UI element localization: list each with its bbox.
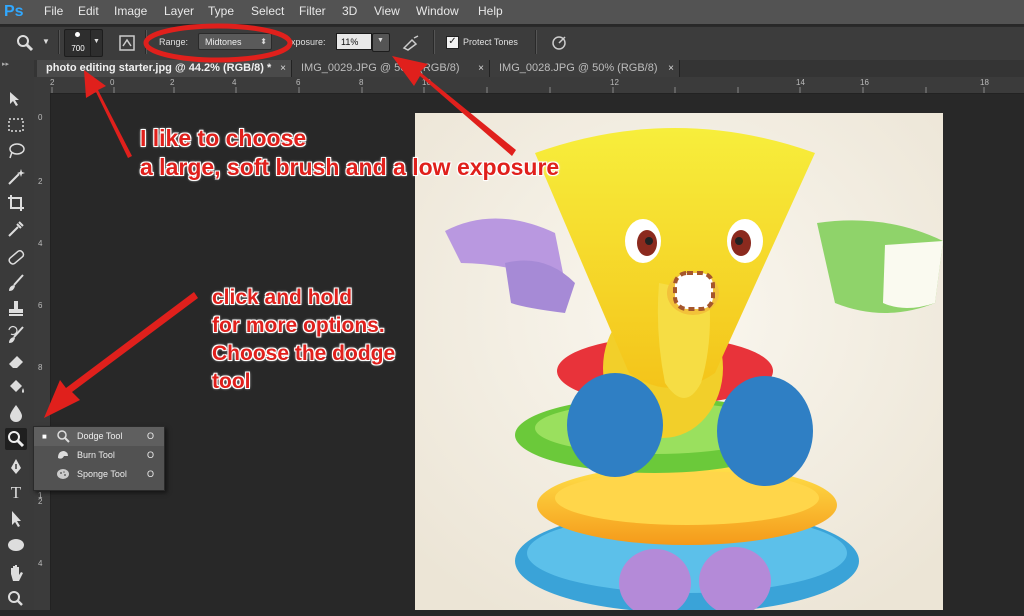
tab-img-0029[interactable]: IMG_0029.JPG @ 50% (RGB/8) ×	[292, 60, 490, 77]
brush-picker-arrow[interactable]: ▼	[90, 29, 103, 57]
menu-help[interactable]: Help	[478, 4, 503, 18]
chevron-down-icon: ▼	[377, 37, 384, 44]
pressure-size-icon[interactable]	[548, 32, 570, 54]
marquee-tool-icon[interactable]	[5, 114, 27, 136]
options-divider	[433, 30, 435, 54]
ruler-tick-label: 8	[38, 363, 43, 372]
blur-tool-icon[interactable]	[5, 402, 27, 424]
protect-tones-checkbox[interactable]: ✓	[446, 36, 459, 49]
flyout-item-burn-tool[interactable]: Burn Tool O	[34, 446, 164, 465]
airbrush-icon[interactable]	[400, 32, 422, 54]
exposure-field[interactable]: 11%	[336, 33, 372, 50]
move-tool-icon[interactable]	[5, 88, 27, 110]
close-icon[interactable]: ×	[478, 60, 484, 77]
magic-wand-tool-icon[interactable]	[5, 166, 27, 188]
options-divider	[145, 30, 147, 54]
range-value: Midtones	[205, 37, 242, 47]
close-icon[interactable]: ×	[668, 60, 674, 77]
dodge-tool-icon[interactable]	[5, 428, 27, 450]
document-image[interactable]	[415, 113, 943, 610]
tab-label: photo editing starter.jpg @ 44.2% (RGB/8…	[46, 62, 272, 74]
menu-filter[interactable]: Filter	[299, 4, 326, 18]
preset-dropdown-arrow-icon[interactable]: ▼	[42, 37, 50, 46]
path-selection-tool-icon[interactable]	[5, 508, 27, 530]
ruler-tick-label: 4	[38, 559, 43, 568]
ruler-horizontal[interactable]: 2 0 2 4 6 8 10 12 14 16 18	[34, 77, 1024, 94]
brush-tool-icon[interactable]	[5, 272, 27, 294]
flyout-item-shortcut: O	[146, 469, 154, 479]
crop-tool-icon[interactable]	[5, 192, 27, 214]
range-select[interactable]: Midtones ⬍	[198, 33, 272, 50]
flyout-item-shortcut: O	[146, 450, 154, 460]
exposure-value: 11%	[341, 37, 359, 47]
menu-bar: Ps File Edit Image Layer Type Select Fil…	[0, 0, 1024, 24]
options-divider	[58, 30, 60, 54]
clone-stamp-tool-icon[interactable]	[5, 298, 27, 320]
paint-bucket-tool-icon[interactable]	[5, 376, 27, 398]
toy-elephant-image	[415, 113, 943, 610]
flyout-item-label: Burn Tool	[77, 450, 115, 460]
dodge-tool-preset-icon[interactable]	[14, 32, 36, 54]
type-tool-icon[interactable]: T	[5, 482, 27, 504]
ruler-tick-label: 2	[38, 497, 43, 506]
exposure-slider-button[interactable]: ▼	[372, 33, 390, 52]
brush-tip-icon	[75, 32, 80, 37]
flyout-item-dodge-tool[interactable]: ■ Dodge Tool O	[34, 427, 164, 446]
eraser-tool-icon[interactable]	[5, 350, 27, 372]
panel-collapse-icon[interactable]: ▸▸	[2, 60, 9, 68]
menu-select[interactable]: Select	[251, 4, 284, 18]
updown-arrow-icon: ⬍	[260, 37, 267, 46]
tab-img-0028[interactable]: IMG_0028.JPG @ 50% (RGB/8) ×	[490, 60, 680, 77]
ruler-tick-label: 0	[38, 113, 43, 122]
exposure-label: xposure:	[291, 37, 326, 47]
sponge-icon	[56, 467, 70, 488]
ruler-ticks	[51, 87, 985, 93]
healing-brush-tool-icon[interactable]	[5, 246, 27, 268]
options-divider	[535, 30, 537, 54]
menu-type[interactable]: Type	[208, 4, 234, 18]
ruler-tick-label: 4	[38, 239, 43, 248]
menu-3d[interactable]: 3D	[342, 4, 357, 18]
history-brush-tool-icon[interactable]	[5, 324, 27, 346]
zoom-tool-icon[interactable]	[5, 588, 27, 610]
tab-label: IMG_0029.JPG @ 50% (RGB/8)	[301, 62, 460, 74]
menu-edit[interactable]: Edit	[78, 4, 99, 18]
close-icon[interactable]: ×	[280, 60, 286, 77]
ellipse-tool-icon[interactable]	[5, 534, 27, 556]
annotation-dodge-tip: click and hold for more options. Choose …	[212, 286, 396, 393]
selected-bullet-icon: ■	[42, 432, 47, 441]
menu-file[interactable]: File	[44, 4, 63, 18]
flyout-item-shortcut: O	[146, 431, 154, 441]
chevron-down-icon: ▼	[93, 38, 100, 45]
flyout-item-label: Sponge Tool	[77, 469, 127, 479]
flyout-item-sponge-tool[interactable]: Sponge Tool O	[34, 465, 164, 484]
pen-tool-icon[interactable]	[5, 456, 27, 478]
brush-size-value: 700	[71, 44, 85, 53]
ruler-tick-label: 2	[38, 177, 43, 186]
tab-photo-editing-starter[interactable]: photo editing starter.jpg @ 44.2% (RGB/8…	[37, 60, 292, 77]
brush-panel-toggle-icon[interactable]	[116, 32, 138, 54]
menu-image[interactable]: Image	[114, 4, 147, 18]
ruler-tick-label: 6	[38, 301, 43, 310]
range-label: Range:	[159, 37, 189, 47]
annotation-brush-tip: I like to choose a large, soft brush and…	[140, 125, 560, 180]
flyout-item-label: Dodge Tool	[77, 431, 123, 441]
tab-label: IMG_0028.JPG @ 50% (RGB/8)	[499, 62, 658, 74]
menu-view[interactable]: View	[374, 4, 400, 18]
eyedropper-tool-icon[interactable]	[5, 218, 27, 240]
protect-tones-label: Protect Tones	[463, 37, 518, 47]
ruler-vertical[interactable]: 0 2 4 6 8 1 2 4	[34, 93, 51, 610]
dodge-tool-flyout-menu: ■ Dodge Tool O Burn Tool O Sponge Tool O	[33, 426, 165, 491]
menu-layer[interactable]: Layer	[164, 4, 194, 18]
photoshop-logo: Ps	[4, 3, 24, 20]
menu-window[interactable]: Window	[416, 4, 459, 18]
hand-tool-icon[interactable]	[5, 562, 27, 584]
brush-preset-picker[interactable]: 700	[64, 29, 92, 57]
lasso-tool-icon[interactable]	[5, 140, 27, 162]
